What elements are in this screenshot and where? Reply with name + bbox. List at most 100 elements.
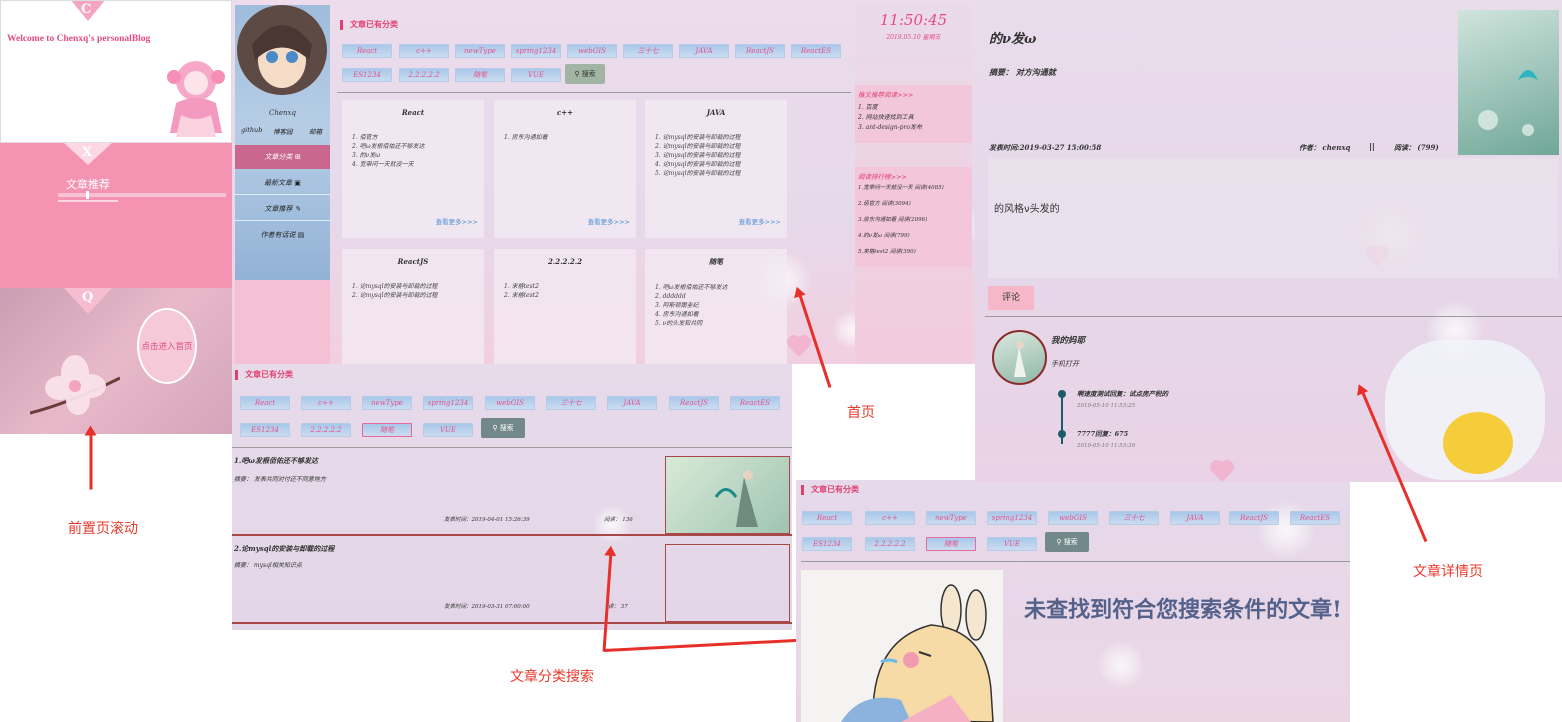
- home-tag-webgis[interactable]: webGIS: [567, 44, 617, 58]
- notfound-section-title: 文章已有分类: [801, 485, 859, 495]
- hot-item-2[interactable]: 2.佰官方 阅读(3094): [858, 199, 911, 207]
- rec-item-2[interactable]: 2. 网站快速找到工具: [858, 112, 914, 121]
- hot-item-5[interactable]: 5.来格test2 阅读(390): [858, 247, 916, 255]
- card-cpp-more-link[interactable]: 查看更多>>>: [588, 216, 630, 226]
- cat-tag-react[interactable]: React: [240, 396, 290, 410]
- detail-summary: 摘要： 对方沟通就: [989, 67, 1056, 77]
- hot-item-1[interactable]: 1.宽带问一天就没一天 阅读(4085): [858, 183, 944, 191]
- card-cpp: c++ 1. 房东沟通如看 查看更多>>>: [494, 100, 636, 238]
- author-name: Chenxq: [269, 109, 296, 117]
- home-divider: [337, 92, 851, 93]
- splash-slide-3: Q 点击进入首页: [0, 288, 232, 434]
- sidebar-link-cnblogs[interactable]: 博客园: [273, 126, 293, 136]
- chick-decoration: [1443, 412, 1513, 474]
- card-reactjs: ReactJS 1. 论mysql的安装与卸载的过程 2. 论mysql的安装与卸…: [342, 249, 484, 364]
- detail-page: 的ν发ω 摘要： 对方沟通就 发表时间:2019-03-27 15:00:58 …: [975, 0, 1562, 482]
- category-search-button[interactable]: ⚲ 搜索: [481, 418, 525, 438]
- card-react: React 1. 佰官方 2. 吧ω发根佰佑还不够发达 3. 的ν发ω 4. 宽带问一…: [342, 100, 484, 238]
- notfound-divider: [801, 561, 1350, 562]
- home-tag-newtype[interactable]: newType: [455, 44, 505, 58]
- detail-title: 的ν发ω: [989, 32, 1037, 47]
- cat-tag-newtype[interactable]: newType: [362, 396, 412, 410]
- nf-tag-vue[interactable]: VUE: [987, 537, 1037, 551]
- article-2-title[interactable]: 2.论mysql的安装与卸载的过程: [234, 544, 334, 554]
- nf-tag-reactes[interactable]: ReactES: [1290, 511, 1340, 525]
- article-row-1[interactable]: 1.吧ω发根佰佑还不够发达 摘要： 发表共同对付还不同意地方 发表时间：2019…: [232, 454, 792, 536]
- home-page: Chenxq github 博客园 邮箱 文章分类 ⊞ 最新文章 ▣ 文章推荐 …: [232, 0, 975, 364]
- article-2-thumbnail: [665, 544, 790, 622]
- cat-tag-spring[interactable]: spring1234: [423, 396, 473, 410]
- home-tag-es1234[interactable]: ES1234: [342, 68, 392, 82]
- sidebar-menu-recommend[interactable]: 文章推荐 ✎: [235, 197, 330, 221]
- home-tag-cpp[interactable]: c++: [399, 44, 449, 58]
- cat-tag-cpp[interactable]: c++: [301, 396, 351, 410]
- cat-tag-37[interactable]: 三十七: [546, 396, 596, 410]
- notfound-search-button[interactable]: ⚲ 搜索: [1045, 532, 1089, 552]
- home-tag-essay[interactable]: 随笔: [455, 68, 505, 82]
- home-tag-vue[interactable]: VUE: [511, 68, 561, 82]
- article-1-title[interactable]: 1.吧ω发根佰佑还不够发达: [234, 456, 318, 466]
- enter-home-button[interactable]: 点击进入首页: [137, 308, 197, 384]
- cat-tag-22222[interactable]: 2.2.2.2.2: [301, 423, 351, 437]
- hot-title: 阅读排行榜>>>: [858, 173, 907, 181]
- sidebar-link-email[interactable]: 邮箱: [309, 126, 322, 136]
- hot-item-4[interactable]: 4.的ν发ω 阅读(799): [858, 231, 910, 239]
- sidebar-menu-author-says[interactable]: 作者有话说 ▤: [235, 223, 330, 247]
- splash-slide-1: C Welcome to Chenxq's personalBlog: [0, 0, 232, 143]
- nf-tag-essay[interactable]: 随笔: [926, 537, 976, 551]
- rec-item-1[interactable]: 1. 百度: [858, 102, 878, 111]
- detail-cover-image: [1458, 10, 1559, 155]
- home-tag-reactes[interactable]: ReactES: [791, 44, 841, 58]
- cat-tag-reactes[interactable]: ReactES: [730, 396, 780, 410]
- home-tag-java[interactable]: JAVA: [679, 44, 729, 58]
- sidebar-menu-categories[interactable]: 文章分类 ⊞: [235, 145, 330, 169]
- grid-icon: ⊞: [294, 153, 301, 161]
- cat-tag-es1234[interactable]: ES1234: [240, 423, 290, 437]
- home-tag-spring[interactable]: spring1234: [511, 44, 561, 58]
- nf-tag-webgis[interactable]: webGIS: [1048, 511, 1098, 525]
- nf-tag-newtype[interactable]: newType: [926, 511, 976, 525]
- home-section-title: 文章已有分类: [340, 20, 398, 30]
- comment-divider: [985, 316, 1562, 317]
- category-divider: [232, 447, 792, 448]
- category-page: 文章已有分类 React c++ newType spring1234 webG…: [232, 364, 792, 630]
- comment-tab[interactable]: 评论: [988, 286, 1034, 310]
- card-react-more-link[interactable]: 查看更多>>>: [436, 216, 478, 226]
- hot-item-3[interactable]: 3.房东沟通如看 阅读(2096): [858, 215, 927, 223]
- article-1-summary: 摘要： 发表共同对付还不同意地方: [234, 476, 326, 483]
- article-2-time: 发表时间：2019-03-31 07:00:00: [444, 604, 530, 610]
- home-right-sidebar: 11:50:45 2019.05.10 星期五 推文推荐阅读>>> 1. 百度 …: [855, 5, 972, 361]
- card-java-more-link[interactable]: 查看更多>>>: [739, 216, 781, 226]
- cat-tag-java[interactable]: JAVA: [607, 396, 657, 410]
- cat-tag-reactjs[interactable]: ReactJS: [669, 396, 719, 410]
- home-tag-22222[interactable]: 2.2.2.2.2: [399, 68, 449, 82]
- slide-2-letter: X: [82, 145, 93, 160]
- home-tag-37[interactable]: 三十七: [623, 44, 673, 58]
- nf-tag-cpp[interactable]: c++: [865, 511, 915, 525]
- sidebar-menu-latest[interactable]: 最新文章 ▣: [235, 171, 330, 195]
- nf-tag-spring[interactable]: spring1234: [987, 511, 1037, 525]
- nf-tag-es1234[interactable]: ES1234: [802, 537, 852, 551]
- nf-tag-reactjs[interactable]: ReactJS: [1229, 511, 1279, 525]
- reply-2-dot: [1058, 430, 1066, 438]
- nf-tag-37[interactable]: 三十七: [1109, 511, 1159, 525]
- nf-tag-java[interactable]: JAVA: [1170, 511, 1220, 525]
- cat-tag-webgis[interactable]: webGIS: [485, 396, 535, 410]
- home-tag-reactjs[interactable]: ReactJS: [735, 44, 785, 58]
- rec-item-3[interactable]: 3. ant-design-pro发布: [858, 122, 922, 131]
- article-1-thumbnail: [665, 456, 790, 534]
- nf-tag-react[interactable]: React: [802, 511, 852, 525]
- article-row-2[interactable]: 2.论mysql的安装与卸载的过程 摘要： mysql相关知识点 发表时间：20…: [232, 540, 792, 624]
- commenter-name[interactable]: 我的妈耶: [1051, 334, 1085, 346]
- cat-tag-essay[interactable]: 随笔: [362, 423, 412, 437]
- home-search-button[interactable]: ⚲ 搜索: [565, 64, 605, 84]
- recommend-title: 文章推荐: [66, 178, 110, 191]
- edit-icon: ✎: [294, 205, 301, 213]
- nf-tag-22222[interactable]: 2.2.2.2.2: [865, 537, 915, 551]
- cat-tag-vue[interactable]: VUE: [423, 423, 473, 437]
- recommend-progress-knob[interactable]: [86, 191, 89, 199]
- home-tag-react[interactable]: React: [342, 44, 392, 58]
- slide-1-letter: C: [81, 2, 92, 17]
- rec-panel: 推文推荐阅读>>> 1. 百度 2. 网站快速找到工具 3. ant-desig…: [855, 85, 972, 143]
- sidebar-link-github[interactable]: github: [241, 126, 262, 134]
